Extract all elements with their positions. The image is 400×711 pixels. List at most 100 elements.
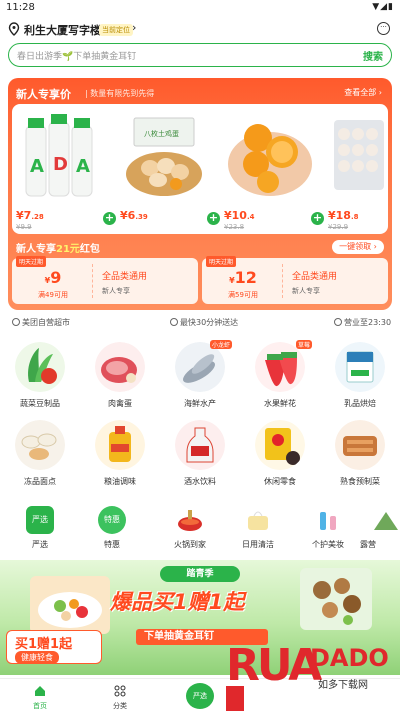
claim-all-button[interactable]: 一键领取 › <box>332 240 384 254</box>
add-to-cart-button[interactable]: + <box>311 212 324 225</box>
hotpot-icon <box>178 510 202 531</box>
buy-one-get-one-card[interactable]: 买1赠1起 健康轻食 <box>6 630 102 664</box>
coupon-card[interactable]: 明天过期 ¥12 满59可用 全品类通用 新人专享 <box>202 256 388 304</box>
category-vegetables[interactable]: 蔬菜豆制品 <box>0 342 80 418</box>
coupon-amount: ¥9 <box>44 268 62 287</box>
strawberry-icon <box>255 342 305 392</box>
spring-promo-banner[interactable]: 踏青季 爆品买1赠1起 下单抽黄金耳钉 买1赠1起 健康轻食 <box>0 560 400 675</box>
price-dec: .28 <box>31 213 44 221</box>
fish-icon <box>175 342 225 392</box>
red-packet-suffix: 红包 <box>79 244 100 255</box>
coupon-target: 新人专享 <box>292 287 320 295</box>
product-card[interactable]: A D A ¥7.28 ¥9.9 + <box>12 104 116 234</box>
channel-special-offer[interactable]: 特惠 特惠 <box>72 506 152 552</box>
coupon-divider <box>92 264 93 298</box>
original-price: ¥29.9 <box>328 223 349 231</box>
category-seafood[interactable]: 小龙虾 海鲜水产 <box>160 340 240 418</box>
category-label: 乳品烘焙 <box>344 399 376 408</box>
coupon-condition: 满59可用 <box>228 291 258 299</box>
milk-bottles-image: A D A <box>25 114 93 197</box>
clock-icon <box>170 318 178 326</box>
new-user-promo-panel: 新人专享价 | 数量有限先到先得 查看全部 › A D A ¥7.28 ¥9.9… <box>8 78 392 310</box>
promo-title: 新人专享价 <box>16 88 71 101</box>
coupon-expiry-tag: 明天过期 <box>16 256 47 267</box>
delivery-label: 最快30分钟送达 <box>180 318 239 327</box>
tab-label: 分类 <box>113 702 127 710</box>
category-label: 熟食预制菜 <box>340 477 380 486</box>
channel-cleaning[interactable]: 日用清洁 <box>218 506 298 552</box>
hours-label: 营业至23:30 <box>344 318 392 327</box>
channel-camping[interactable]: 露营 <box>352 506 400 552</box>
search-input[interactable]: 春日出游季🌱下单抽黄金耳钉 <box>17 49 136 62</box>
special-offer-icon: 特惠 <box>98 506 126 534</box>
location-pin-icon[interactable] <box>8 22 20 36</box>
coupon-scope: 全品类通用 <box>102 272 148 282</box>
bottom-tab-bar: 首页 分类 严选 <box>0 678 400 711</box>
product-price: ¥10.4 <box>224 209 255 222</box>
salad-bowl-icon <box>38 592 102 628</box>
category-tag: 草莓 <box>295 340 312 349</box>
location-name[interactable]: 利生大厦写字楼 <box>24 22 101 38</box>
price-dec: .8 <box>350 213 359 221</box>
category-label: 蔬菜豆制品 <box>20 399 60 408</box>
tab-category[interactable]: 分类 <box>90 681 150 711</box>
category-frozen[interactable]: 冻品面点 <box>0 420 80 496</box>
category-deli[interactable]: 熟食预制菜 <box>320 420 400 496</box>
category-label: 海鲜水产 <box>184 399 216 408</box>
product-strip: A D A ¥7.28 ¥9.9 + 八枚土鸡蛋 ¥6.39 + ¥10.4 ¥… <box>12 104 388 234</box>
promo-subtitle: | 数量有限先到先得 <box>85 89 155 98</box>
search-bar[interactable]: 春日出游季🌱下单抽黄金耳钉 搜索 <box>8 43 392 67</box>
message-icon[interactable]: ··· <box>377 22 390 35</box>
product-card[interactable]: ¥18.8 ¥29.9 <box>324 104 388 234</box>
oil-bottle-icon <box>95 420 145 470</box>
category-meat-eggs[interactable]: 肉禽蛋 <box>80 342 160 418</box>
product-price: ¥6.39 <box>120 209 148 222</box>
app-screen: { "status": {"time": "11:28"}, "header":… <box>0 0 400 711</box>
strict-select-tab-icon: 严选 <box>186 683 214 709</box>
meat-icon <box>95 342 145 392</box>
coupon-target: 新人专享 <box>102 287 130 295</box>
coupon-card[interactable]: 明天过期 ¥9 满49可用 全品类通用 新人专享 <box>12 256 198 304</box>
tab-home[interactable]: 首页 <box>10 681 70 711</box>
card-subtitle: 健康轻食 <box>15 651 59 664</box>
category-fruit-flowers[interactable]: 草莓 水果鲜花 <box>240 340 320 418</box>
category-dairy-bakery[interactable]: 乳品烘焙 <box>320 342 400 418</box>
price-dec: .4 <box>246 213 255 221</box>
oranges-image <box>228 124 312 196</box>
nuts-image <box>300 568 372 630</box>
coupon-condition: 满49可用 <box>38 291 68 299</box>
channel-label: 特惠 <box>104 540 120 549</box>
product-card[interactable]: ¥10.4 ¥23.8 + <box>220 104 324 234</box>
product-price: ¥7.28 <box>16 209 44 222</box>
dumplings-icon <box>15 420 65 470</box>
svg-text:八枚土鸡蛋: 八枚土鸡蛋 <box>144 129 179 138</box>
category-tag: 小龙虾 <box>209 340 232 349</box>
coupon-amount-value: 9 <box>50 268 62 287</box>
svg-text:A: A <box>76 156 90 177</box>
vegetables-icon <box>15 342 65 392</box>
category-drinks[interactable]: 酒水饮料 <box>160 420 240 496</box>
channel-label: 严选 <box>32 540 48 549</box>
channel-strict-select[interactable]: 严选 严选 <box>0 506 80 552</box>
category-snacks[interactable]: 休闲零食 <box>240 420 320 496</box>
product-card[interactable]: 八枚土鸡蛋 ¥6.39 + <box>116 104 220 234</box>
location-header: 利生大厦写字楼 当前定位 › ··· <box>0 17 400 41</box>
add-to-cart-button[interactable]: + <box>103 212 116 225</box>
category-label: 酒水饮料 <box>184 477 216 486</box>
svg-text:D: D <box>53 154 68 175</box>
salad-image <box>30 576 110 634</box>
search-button[interactable]: 搜索 <box>363 48 383 63</box>
fish-balls-image <box>334 120 384 190</box>
chevron-right-icon[interactable]: › <box>132 21 136 34</box>
strict-select-icon: 严选 <box>26 506 54 534</box>
status-icons: ▼◢▮ <box>372 2 394 12</box>
tab-strict-select[interactable]: 严选 <box>170 681 230 711</box>
tissue-icon <box>248 511 268 530</box>
view-all-link[interactable]: 查看全部 › <box>344 87 382 98</box>
coupon-amount: ¥12 <box>229 268 257 287</box>
coupon-expiry-tag: 明天过期 <box>206 256 237 267</box>
red-packet-prefix: 新人专享 <box>16 244 56 255</box>
category-grain-oil[interactable]: 粮油调味 <box>80 420 160 496</box>
add-to-cart-button[interactable]: + <box>207 212 220 225</box>
svg-text:A: A <box>30 156 44 177</box>
